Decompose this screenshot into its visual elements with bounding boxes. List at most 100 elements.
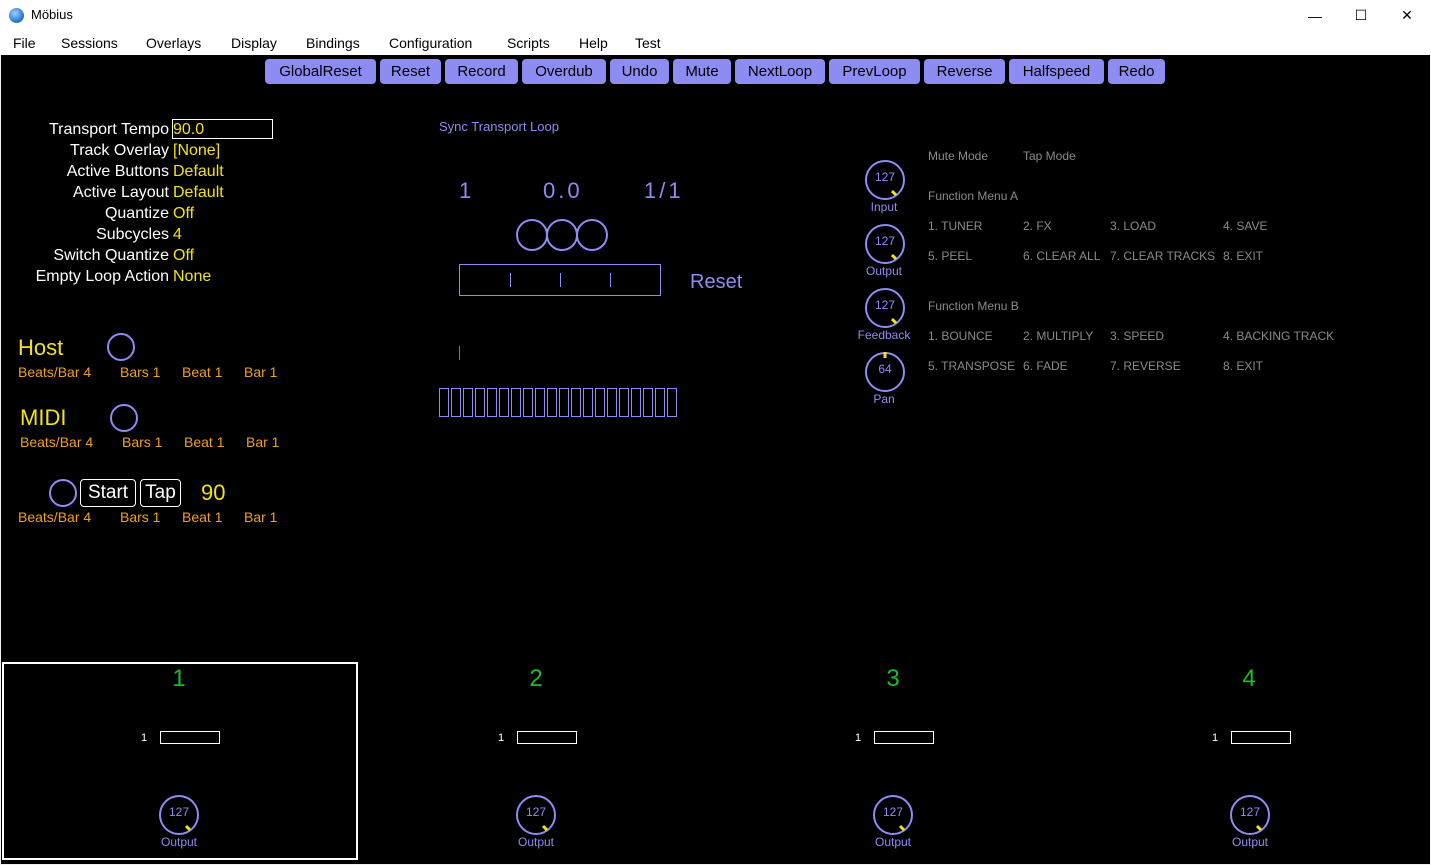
menu-a-item[interactable]: 6. CLEAR ALL [1023, 249, 1100, 263]
host-bar: Bar 1 [244, 364, 278, 380]
param-value-subcycles[interactable]: 4 [173, 226, 182, 244]
menu-bindings[interactable]: Bindings [306, 35, 360, 51]
layer-segment [655, 388, 665, 417]
track-2-loop-number: 1 [498, 732, 505, 744]
midi-beat: Beat 1 [184, 434, 225, 450]
loop-meter-tick [610, 273, 611, 287]
overdub-button[interactable]: Overdub [522, 59, 606, 84]
menu-scripts[interactable]: Scripts [507, 35, 550, 51]
menu-b-item[interactable]: 1. BOUNCE [928, 329, 993, 343]
feedback-knob[interactable]: 127 [864, 287, 905, 328]
loop-cycle: 1/1 [644, 178, 684, 203]
menu-b-item[interactable]: 2. MULTIPLY [1023, 329, 1093, 343]
menu-b-item[interactable]: 5. TRANSPOSE [928, 359, 1015, 373]
menu-a-item[interactable]: 8. EXIT [1223, 249, 1263, 263]
param-label-track-overlay: Track Overlay [70, 142, 169, 159]
layer-segment [643, 388, 653, 417]
menu-sessions[interactable]: Sessions [61, 35, 118, 51]
param-value-active-buttons[interactable]: Default [173, 163, 224, 181]
track-3-output-knob[interactable]: 127 [872, 794, 913, 835]
param-label-active-layout: Active Layout [72, 184, 169, 201]
menu-display[interactable]: Display [231, 35, 277, 51]
param-label-quantize: Quantize [104, 205, 169, 222]
track-1-output-knob[interactable]: 127 [158, 794, 199, 835]
transport-beat: Beat 1 [182, 509, 223, 525]
input-knob[interactable]: 127 [864, 159, 905, 200]
menu-test[interactable]: Test [635, 35, 661, 51]
track-2-output-knob[interactable]: 127 [515, 794, 556, 835]
reset-button[interactable]: Reset [380, 59, 441, 84]
menu-configuration[interactable]: Configuration [389, 35, 472, 51]
menu-b-item[interactable]: 6. FADE [1023, 359, 1068, 373]
undo-button[interactable]: Undo [610, 59, 669, 84]
menu-a-item[interactable]: 3. LOAD [1110, 219, 1156, 233]
layer-segment [631, 388, 641, 417]
menu-a-item[interactable]: 5. PEEL [928, 249, 972, 263]
menu-file[interactable]: File [13, 35, 36, 51]
track-4-output-knob[interactable]: 127 [1229, 794, 1270, 835]
layer-segment [451, 388, 461, 417]
menu-b-item[interactable]: 7. REVERSE [1110, 359, 1181, 373]
menu-b-item[interactable]: 8. EXIT [1223, 359, 1263, 373]
layer-segment [667, 388, 677, 417]
param-value-empty-loop-action[interactable]: None [173, 268, 211, 286]
param-value-track-overlay[interactable]: [None] [173, 142, 220, 160]
nextloop-button[interactable]: NextLoop [735, 59, 825, 84]
menu-a-item[interactable]: 4. SAVE [1223, 219, 1267, 233]
layer-segment [571, 388, 581, 417]
param-label-transport-tempo: Transport Tempo [48, 121, 169, 138]
redo-button[interactable]: Redo [1108, 59, 1165, 84]
function-menu-a-title: Function Menu A [928, 189, 1019, 203]
mute-button[interactable]: Mute [673, 59, 731, 84]
loop-number: 1 [459, 178, 472, 203]
pan-knob-value: 64 [878, 362, 892, 376]
layer-segment [511, 388, 521, 417]
menu-help[interactable]: Help [579, 35, 608, 51]
frame-border-left [0, 55, 1, 865]
reverse-button[interactable]: Reverse [924, 59, 1005, 84]
layer-segment [535, 388, 545, 417]
layer-segment [559, 388, 569, 417]
param-value-quantize[interactable]: Off [173, 205, 194, 223]
transport-beat-indicator [49, 479, 77, 507]
menu-overlays[interactable]: Overlays [146, 35, 201, 51]
param-value-switch-quantize[interactable]: Off [173, 247, 194, 265]
menu-a-item[interactable]: 1. TUNER [928, 219, 982, 233]
output-knob[interactable]: 127 [864, 223, 905, 264]
prevloop-button[interactable]: PrevLoop [829, 59, 920, 84]
maximize-button[interactable]: ☐ [1338, 0, 1384, 31]
feedback-knob-label: Feedback [857, 328, 911, 342]
layer-segment [475, 388, 485, 417]
param-label-switch-quantize: Switch Quantize [53, 247, 169, 264]
app-icon [9, 8, 24, 23]
layer-segment [463, 388, 473, 417]
track-4-number: 4 [1242, 665, 1256, 692]
menu-b-item[interactable]: 3. SPEED [1110, 329, 1164, 343]
menu-a-item[interactable]: 7. CLEAR TRACKS [1110, 249, 1215, 263]
param-label-active-buttons: Active Buttons [66, 163, 169, 180]
globalreset-button[interactable]: GlobalReset [265, 59, 376, 84]
param-value-transport-tempo[interactable]: 90.0 [173, 121, 204, 139]
menu-b-item[interactable]: 4. BACKING TRACK [1223, 329, 1334, 343]
track-2-loop-meter [517, 731, 577, 744]
function-menu-b-title: Function Menu B [928, 299, 1019, 313]
input-knob-value: 127 [874, 170, 896, 184]
menu-a-item[interactable]: 2. FX [1023, 219, 1052, 233]
close-button[interactable]: ✕ [1384, 0, 1430, 31]
host-beats-per-bar: Beats/Bar 4 [18, 364, 92, 380]
layer-segment [499, 388, 509, 417]
halfspeed-button[interactable]: Halfspeed [1009, 59, 1104, 84]
record-button[interactable]: Record [445, 59, 518, 84]
param-value-active-layout[interactable]: Default [173, 184, 224, 202]
layer-segment [439, 388, 449, 417]
minimize-button[interactable]: — [1292, 0, 1338, 31]
midi-bar: Bar 1 [246, 434, 280, 450]
param-label-subcycles: Subcycles [96, 226, 169, 243]
midi-bars: Bars 1 [122, 434, 163, 450]
layer-segment [619, 388, 629, 417]
track-3-knob-value: 127 [882, 805, 904, 819]
pan-knob[interactable]: 64 [864, 351, 905, 392]
transport-tap-button[interactable]: Tap [140, 479, 181, 507]
title-bar: Möbius — ☐ ✕ [0, 0, 1431, 31]
transport-start-button[interactable]: Start [80, 479, 136, 507]
